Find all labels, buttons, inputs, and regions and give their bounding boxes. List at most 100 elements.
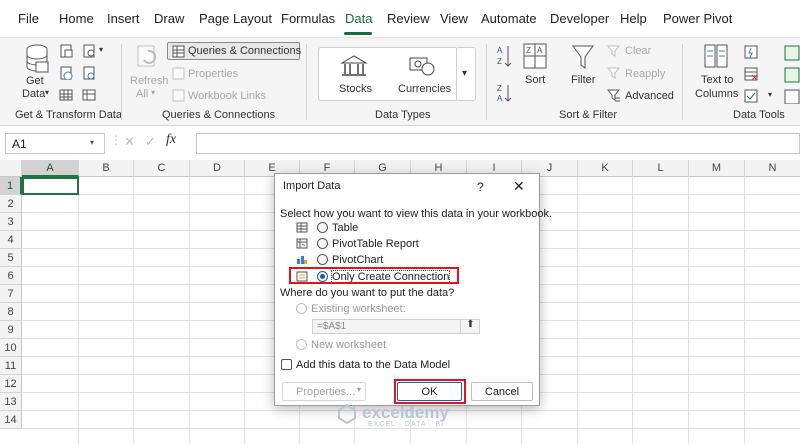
clear-label[interactable]: Clear — [625, 45, 651, 57]
reapply-label[interactable]: Reapply — [625, 68, 665, 80]
menu-page-layout[interactable]: Page Layout — [199, 11, 272, 26]
row-header-11[interactable]: 11 — [0, 357, 22, 375]
pivotchart-icon — [297, 256, 307, 264]
select-all-corner[interactable] — [0, 160, 22, 177]
row-header-7[interactable]: 7 — [0, 285, 22, 303]
row-header-6[interactable]: 6 — [0, 267, 22, 285]
column-header-b[interactable]: B — [79, 160, 134, 177]
filter-label[interactable]: Filter — [571, 74, 595, 86]
menu-file[interactable]: File — [18, 11, 39, 26]
chevron-down-icon[interactable]: ▾ — [99, 45, 103, 54]
from-web-icon[interactable] — [59, 66, 73, 80]
columns-label[interactable]: Columns — [695, 88, 738, 100]
column-header-l[interactable]: L — [633, 160, 689, 177]
menu-formulas[interactable]: Formulas — [281, 11, 335, 26]
cancel-button[interactable]: Cancel — [471, 382, 533, 401]
column-header-m[interactable]: M — [689, 160, 745, 177]
table-option-label[interactable]: Table — [332, 222, 358, 234]
row-header-1[interactable]: 1 — [0, 177, 22, 195]
sort-az-icon[interactable]: AZ — [496, 44, 512, 70]
refresh-label[interactable]: Refresh — [130, 75, 169, 87]
chevron-down-icon[interactable]: ▾ — [768, 90, 772, 99]
new-worksheet-radio[interactable] — [296, 339, 307, 350]
menu-draw[interactable]: Draw — [154, 11, 184, 26]
column-header-n[interactable]: N — [745, 160, 800, 177]
chevron-down-icon[interactable]: ▾ — [90, 138, 94, 147]
currencies-icon[interactable] — [408, 54, 436, 78]
enter-icon[interactable]: ✓ — [145, 134, 156, 150]
flash-fill-icon[interactable] — [744, 45, 758, 59]
from-picture-icon[interactable] — [82, 88, 96, 102]
insert-function-icon[interactable]: fx — [166, 132, 176, 148]
menu-view[interactable]: View — [440, 11, 468, 26]
text-to-label[interactable]: Text to — [701, 74, 733, 86]
currencies-label[interactable]: Currencies — [398, 83, 451, 95]
existing-worksheet-label[interactable]: Existing worksheet: — [311, 303, 406, 315]
data-model-checkbox[interactable] — [281, 359, 292, 370]
row-header-2[interactable]: 2 — [0, 195, 22, 213]
menu-home[interactable]: Home — [59, 11, 94, 26]
cell-reference-input[interactable]: =$A$1 — [312, 319, 480, 334]
pivottable-option-label[interactable]: PivotTable Report — [332, 238, 419, 250]
row-header-12[interactable]: 12 — [0, 375, 22, 393]
row-header-5[interactable]: 5 — [0, 249, 22, 267]
row-header-10[interactable]: 10 — [0, 339, 22, 357]
get-data-label-2[interactable]: Data — [22, 88, 45, 100]
formula-input[interactable] — [196, 133, 800, 154]
from-table-icon[interactable] — [59, 88, 73, 102]
workbook-links-label[interactable]: Workbook Links — [188, 90, 266, 102]
row-header-9[interactable]: 9 — [0, 321, 22, 339]
row-header-13[interactable]: 13 — [0, 393, 22, 411]
menu-data[interactable]: Data — [345, 11, 372, 26]
column-header-a[interactable]: A — [22, 160, 79, 177]
consolidate-icon[interactable] — [783, 44, 800, 104]
column-header-k[interactable]: K — [578, 160, 633, 177]
pivottable-radio[interactable] — [317, 238, 328, 249]
row-header-3[interactable]: 3 — [0, 213, 22, 231]
menu-automate[interactable]: Automate — [481, 11, 537, 26]
row-header-14[interactable]: 14 — [0, 411, 22, 429]
pivotchart-option-label[interactable]: PivotChart — [332, 254, 383, 266]
sort-label[interactable]: Sort — [525, 74, 545, 86]
recent-sources-icon[interactable] — [82, 44, 96, 58]
data-model-label[interactable]: Add this data to the Data Model — [296, 359, 450, 371]
filter-icon[interactable] — [571, 44, 595, 72]
properties-label[interactable]: Properties — [188, 68, 238, 80]
from-text-icon[interactable] — [59, 44, 73, 58]
stocks-icon[interactable] — [340, 54, 368, 78]
refresh-all-label[interactable]: All — [136, 88, 148, 100]
cancel-icon[interactable]: ✕ — [124, 134, 135, 150]
properties-button[interactable]: Properties... — [282, 382, 366, 401]
close-icon[interactable]: ✕ — [513, 178, 525, 195]
collapse-dialog-icon[interactable]: ⬆ — [460, 319, 480, 334]
menu-insert[interactable]: Insert — [107, 11, 140, 26]
new-worksheet-label[interactable]: New worksheet — [311, 339, 386, 351]
table-radio[interactable] — [317, 222, 328, 233]
existing-connections-icon[interactable] — [82, 66, 96, 80]
remove-duplicates-icon[interactable] — [744, 67, 758, 81]
menu-review[interactable]: Review — [387, 11, 430, 26]
get-data-label[interactable]: Get — [26, 75, 44, 87]
row-header-4[interactable]: 4 — [0, 231, 22, 249]
text-to-columns-icon[interactable] — [703, 43, 729, 71]
existing-worksheet-radio[interactable] — [296, 303, 307, 314]
stocks-label[interactable]: Stocks — [339, 83, 372, 95]
menu-developer[interactable]: Developer — [550, 11, 609, 26]
sort-icon[interactable]: ZA — [523, 43, 547, 71]
selected-cell-a1[interactable] — [22, 177, 79, 195]
column-header-c[interactable]: C — [134, 160, 190, 177]
advanced-label[interactable]: Advanced — [625, 90, 674, 102]
sort-za-icon[interactable]: ZA — [496, 83, 512, 103]
data-validation-icon[interactable] — [744, 89, 758, 103]
chevron-down-icon[interactable]: ▾ — [462, 68, 467, 79]
chevron-down-icon[interactable]: ▾ — [357, 385, 361, 394]
chevron-down-icon[interactable]: ▾ — [45, 88, 49, 97]
chevron-down-icon[interactable]: ▾ — [151, 88, 155, 97]
menu-help[interactable]: Help — [620, 11, 647, 26]
help-icon[interactable]: ? — [477, 180, 484, 194]
menu-power-pivot[interactable]: Power Pivot — [663, 11, 732, 26]
column-header-d[interactable]: D — [190, 160, 245, 177]
pivotchart-radio[interactable] — [317, 254, 328, 265]
row-header-8[interactable]: 8 — [0, 303, 22, 321]
highlight-ok-button — [394, 379, 466, 404]
